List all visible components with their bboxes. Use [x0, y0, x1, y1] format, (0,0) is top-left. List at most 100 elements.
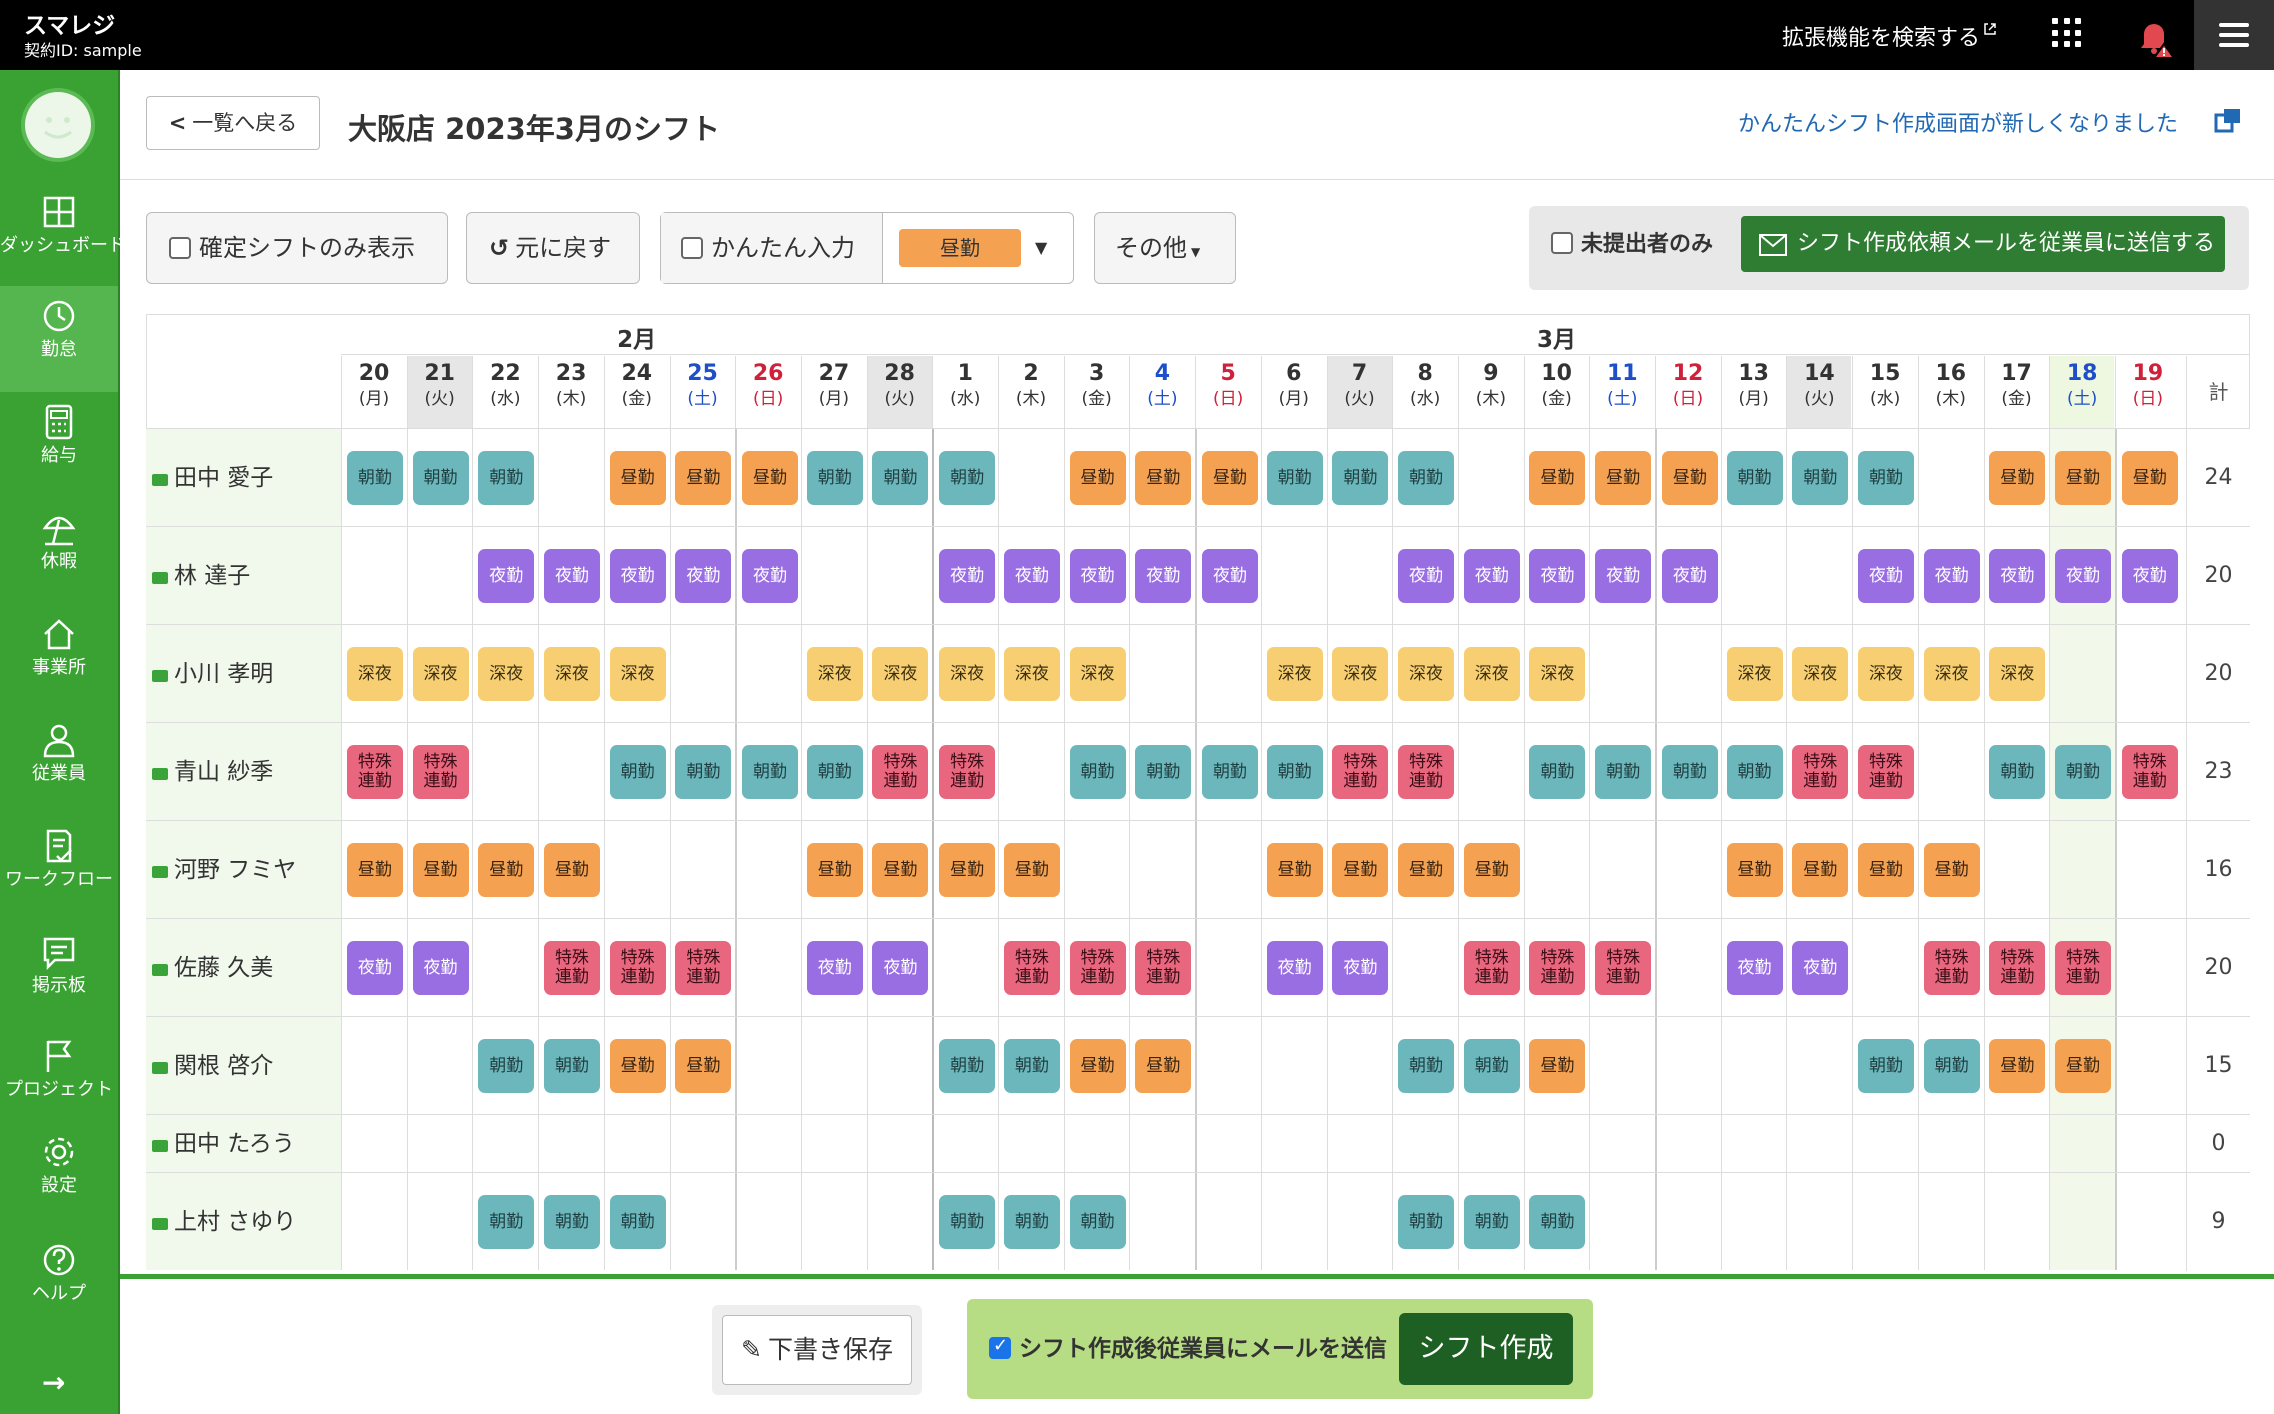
shift-cell[interactable]: 朝勤 — [2049, 723, 2115, 820]
shift-cell[interactable]: 朝勤 — [1129, 723, 1195, 820]
extension-search-link[interactable]: 拡張機能を検索する — [1782, 20, 1980, 52]
shift-cell[interactable]: 深夜 — [1720, 625, 1787, 722]
shift-cell[interactable]: 特殊 連勤 — [1523, 919, 1590, 1016]
new-easy-shift-link[interactable]: かんたんシフト作成画面が新しくなりました — [1738, 106, 2178, 138]
shift-badge[interactable]: 昼勤 — [1792, 843, 1849, 897]
shift-cell[interactable] — [2114, 625, 2181, 722]
shift-badge[interactable]: 夜勤 — [939, 549, 996, 603]
shift-cell[interactable] — [2049, 1173, 2115, 1270]
shift-cell[interactable]: 朝勤 — [800, 429, 867, 526]
shift-cell[interactable]: 朝勤 — [1852, 1017, 1918, 1114]
shift-cell[interactable] — [1523, 1115, 1590, 1172]
shift-cell[interactable]: 昼勤 — [1852, 821, 1918, 918]
shift-cell[interactable] — [1195, 919, 1261, 1016]
shift-cell[interactable]: 深夜 — [1326, 625, 1393, 722]
shift-cell[interactable]: 昼勤 — [1457, 821, 1524, 918]
notification-bell-icon[interactable] — [2130, 14, 2178, 60]
shift-badge[interactable]: 深夜 — [543, 647, 600, 701]
shift-cell[interactable]: 朝勤 — [669, 723, 736, 820]
shift-cell[interactable] — [341, 1115, 407, 1172]
shift-cell[interactable]: 昼勤 — [1589, 429, 1655, 526]
shift-cell[interactable] — [866, 1017, 933, 1114]
shift-cell[interactable]: 夜勤 — [800, 919, 867, 1016]
shift-badge[interactable]: 深夜 — [1463, 647, 1520, 701]
shift-badge[interactable]: 昼勤 — [1332, 843, 1389, 897]
shift-cell[interactable] — [341, 1017, 407, 1114]
shift-badge[interactable]: 朝勤 — [478, 1195, 535, 1249]
shift-cell[interactable] — [2114, 919, 2181, 1016]
shift-cell[interactable]: 朝勤 — [1523, 723, 1590, 820]
shift-badge[interactable]: 昼勤 — [2121, 451, 2178, 505]
shift-cell[interactable]: 深夜 — [1917, 625, 1984, 722]
shift-cell[interactable]: 夜勤 — [1917, 527, 1984, 624]
shift-cell[interactable] — [669, 1115, 736, 1172]
shift-cell[interactable] — [1786, 1017, 1852, 1114]
shift-badge[interactable]: 深夜 — [346, 647, 403, 701]
shift-badge[interactable]: 特殊 連勤 — [2121, 745, 2178, 799]
shift-cell[interactable]: 夜勤 — [406, 919, 473, 1016]
shift-cell[interactable] — [1195, 1115, 1261, 1172]
shift-badge[interactable]: 朝勤 — [939, 1195, 996, 1249]
shift-cell[interactable]: 特殊 連勤 — [538, 919, 604, 1016]
shift-badge[interactable]: 深夜 — [1989, 647, 2046, 701]
shift-cell[interactable]: 朝勤 — [932, 1173, 998, 1270]
shift-cell[interactable]: 夜勤 — [1063, 527, 1130, 624]
shift-cell[interactable]: 夜勤 — [1655, 527, 1721, 624]
employee-name-cell[interactable]: 林 達子 — [146, 527, 341, 624]
hamburger-menu-icon[interactable] — [2194, 0, 2274, 70]
shift-cell[interactable] — [472, 919, 538, 1016]
shift-cell[interactable]: 朝勤 — [1655, 723, 1721, 820]
shift-cell[interactable]: 朝勤 — [932, 429, 998, 526]
shift-cell[interactable]: 特殊 連勤 — [1917, 919, 1984, 1016]
shift-cell[interactable]: 昼勤 — [1260, 821, 1327, 918]
shift-cell[interactable]: 夜勤 — [1326, 919, 1393, 1016]
shift-badge[interactable]: 昼勤 — [412, 843, 469, 897]
shift-cell[interactable] — [1392, 919, 1458, 1016]
shift-cell[interactable]: 特殊 連勤 — [866, 723, 933, 820]
shift-cell[interactable] — [538, 429, 604, 526]
shift-cell[interactable] — [800, 1173, 867, 1270]
shift-cell[interactable]: 朝勤 — [341, 429, 407, 526]
shift-cell[interactable] — [1195, 821, 1261, 918]
shift-cell[interactable]: 朝勤 — [800, 723, 867, 820]
shift-badge[interactable]: 昼勤 — [1003, 843, 1060, 897]
shift-badge[interactable]: 深夜 — [1923, 647, 1980, 701]
shift-cell[interactable] — [1063, 1115, 1130, 1172]
shift-cell[interactable]: 朝勤 — [1852, 429, 1918, 526]
shift-badge[interactable]: 深夜 — [1398, 647, 1455, 701]
shift-badge[interactable]: 昼勤 — [675, 1039, 732, 1093]
shift-cell[interactable] — [406, 1173, 473, 1270]
sidebar-item-dashboard[interactable]: ダッシュボード — [0, 182, 126, 288]
shift-badge[interactable]: 朝勤 — [806, 451, 863, 505]
shift-badge[interactable]: 夜勤 — [1398, 549, 1455, 603]
shift-badge[interactable]: 特殊 連勤 — [1069, 941, 1126, 995]
shift-badge[interactable]: 昼勤 — [543, 843, 600, 897]
shift-cell[interactable] — [1326, 1173, 1393, 1270]
shift-cell[interactable]: 昼勤 — [406, 821, 473, 918]
shift-badge[interactable]: 昼勤 — [1529, 451, 1586, 505]
shift-cell[interactable] — [1589, 1017, 1655, 1114]
shift-badge[interactable]: 特殊 連勤 — [609, 941, 666, 995]
shift-cell[interactable] — [669, 821, 736, 918]
shift-cell[interactable] — [1917, 429, 1984, 526]
shift-cell[interactable] — [1129, 1115, 1195, 1172]
shift-cell[interactable] — [2049, 821, 2115, 918]
shift-badge[interactable]: 夜勤 — [1989, 549, 2046, 603]
shift-badge[interactable]: 特殊 連勤 — [1857, 745, 1914, 799]
shift-cell[interactable]: 特殊 連勤 — [998, 919, 1064, 1016]
shift-cell[interactable] — [1457, 429, 1524, 526]
sidebar-item-chat[interactable]: 掲示板 — [0, 922, 118, 1028]
shift-badge[interactable]: 特殊 連勤 — [1003, 941, 1060, 995]
shift-cell[interactable] — [1852, 919, 1918, 1016]
employee-name-cell[interactable]: 田中 愛子 — [146, 429, 341, 526]
shift-badge[interactable]: 深夜 — [1726, 647, 1783, 701]
employee-name-cell[interactable]: 小川 孝明 — [146, 625, 341, 722]
shift-badge[interactable]: 朝勤 — [939, 1039, 996, 1093]
create-shift-button[interactable]: シフト作成 — [1399, 1313, 1573, 1385]
shift-badge[interactable]: 朝勤 — [1792, 451, 1849, 505]
shift-cell[interactable] — [2049, 1115, 2115, 1172]
shift-cell[interactable] — [1655, 919, 1721, 1016]
shift-cell[interactable]: 特殊 連勤 — [603, 919, 670, 1016]
shift-cell[interactable] — [341, 527, 407, 624]
shift-cell[interactable] — [1983, 1173, 2050, 1270]
